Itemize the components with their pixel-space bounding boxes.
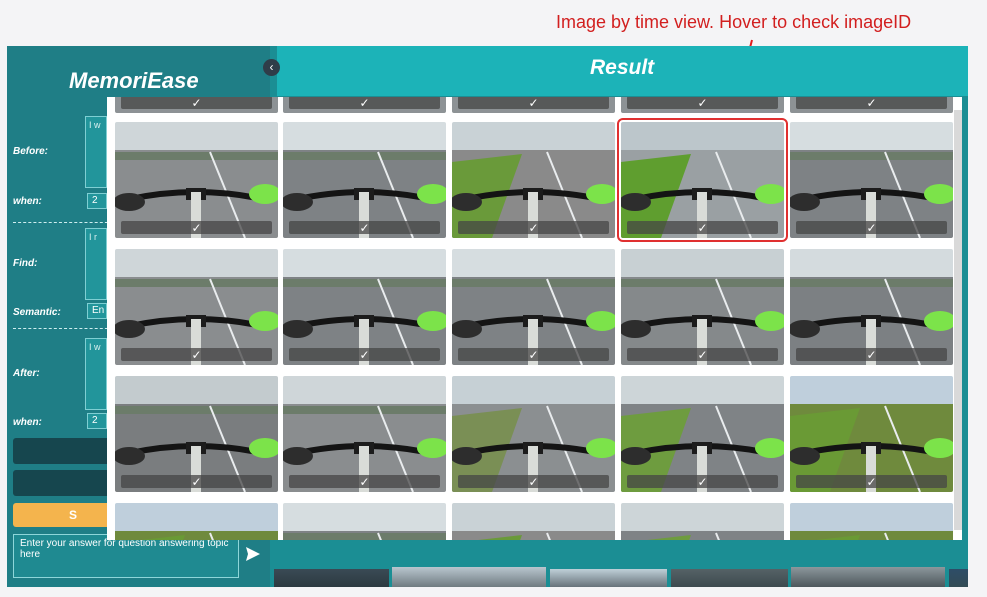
gallery-image[interactable]: ✓ [790,249,953,365]
check-icon[interactable]: ✓ [621,348,784,362]
check-icon[interactable]: ✓ [115,221,278,235]
app-logo: MemoriEase [69,68,199,93]
gallery-image[interactable]: ✓ [621,376,784,492]
gallery-image[interactable]: ✓ [115,249,278,365]
before-input[interactable]: I w [85,116,107,188]
check-icon[interactable]: ✓ [283,97,446,110]
gallery-scrollbar[interactable] [954,110,962,530]
timeline-thumb[interactable] [392,567,546,587]
gallery-image[interactable]: ✓ [115,376,278,492]
check-icon[interactable]: ✓ [621,221,784,235]
after-when-input[interactable]: 2 [87,413,107,429]
gallery-image[interactable]: ✓ [452,97,615,113]
check-icon[interactable]: ✓ [621,97,784,110]
gallery-image[interactable]: ✓ [790,503,953,540]
gallery-image[interactable]: ✓ [115,97,278,113]
gallery-image[interactable]: ✓ [115,122,278,238]
check-icon[interactable]: ✓ [452,97,615,110]
before-when-input[interactable]: 2 [87,193,107,209]
after-when-label: when: [13,417,42,428]
timeline-thumb[interactable] [949,569,968,587]
check-icon[interactable]: ✓ [790,97,953,110]
timeline-thumb[interactable] [274,569,389,587]
check-icon[interactable]: ✓ [115,475,278,489]
check-icon[interactable]: ✓ [115,348,278,362]
image-gallery-modal: ✓✓✓✓✓✓✓✓✓✓✓✓✓✓✓✓✓✓✓✓✓✓✓✓✓ [107,97,962,540]
find-input[interactable]: I r [85,228,107,300]
check-icon[interactable]: ✓ [621,475,784,489]
check-icon[interactable]: ✓ [283,475,446,489]
gallery-image[interactable]: ✓ [283,503,446,540]
check-icon[interactable]: ✓ [283,348,446,362]
gallery-image[interactable]: ✓ [790,376,953,492]
timeline-strip [274,567,968,587]
check-icon[interactable]: ✓ [790,221,953,235]
after-input[interactable]: I w [85,338,107,410]
gallery-image[interactable]: ✓ [283,376,446,492]
check-icon[interactable]: ✓ [452,475,615,489]
before-when-label: when: [13,196,42,207]
gallery-image[interactable]: ✓ [452,376,615,492]
gallery-image[interactable]: ✓ [621,97,784,113]
check-icon[interactable]: ✓ [790,475,953,489]
gallery-image[interactable]: ✓ [452,503,615,540]
gallery-image[interactable]: ✓ [790,122,953,238]
gallery-image[interactable]: ✓ [283,122,446,238]
gallery-image[interactable]: ✓ [115,503,278,540]
check-icon[interactable]: ✓ [790,348,953,362]
gallery-image[interactable]: ✓ [283,249,446,365]
photo-scene [115,503,278,540]
photo-scene [452,503,615,540]
before-label: Before: [13,146,49,157]
gallery-image[interactable]: ✓ [452,122,615,238]
gallery-image[interactable]: ✓ [283,97,446,113]
gallery-image[interactable]: ✓ [617,118,788,242]
timeline-thumb[interactable] [550,569,667,587]
divider [13,222,113,223]
divider [13,328,113,329]
semantic-input[interactable]: En [87,303,107,319]
check-icon[interactable]: ✓ [115,97,278,110]
gallery-image[interactable]: ✓ [621,249,784,365]
after-label: After: [13,368,40,379]
result-title: Result [590,56,655,79]
semantic-label: Semantic: [13,307,61,318]
gallery-image[interactable]: ✓ [790,97,953,113]
photo-scene [790,503,953,540]
find-label: Find: [13,258,38,269]
timeline-thumb[interactable] [791,567,945,587]
answer-input[interactable]: Enter your answer for question answering… [13,534,239,578]
annotation-text: Image by time view. Hover to check image… [556,12,912,32]
send-icon[interactable] [245,546,261,562]
gallery-image[interactable]: ✓ [621,503,784,540]
check-icon[interactable]: ✓ [283,221,446,235]
check-icon[interactable]: ✓ [452,221,615,235]
check-icon[interactable]: ✓ [452,348,615,362]
photo-scene [283,503,446,540]
photo-scene [621,503,784,540]
gallery-image[interactable]: ✓ [452,249,615,365]
collapse-sidebar-button[interactable]: ‹ [263,59,280,76]
timeline-thumb[interactable] [671,569,788,587]
